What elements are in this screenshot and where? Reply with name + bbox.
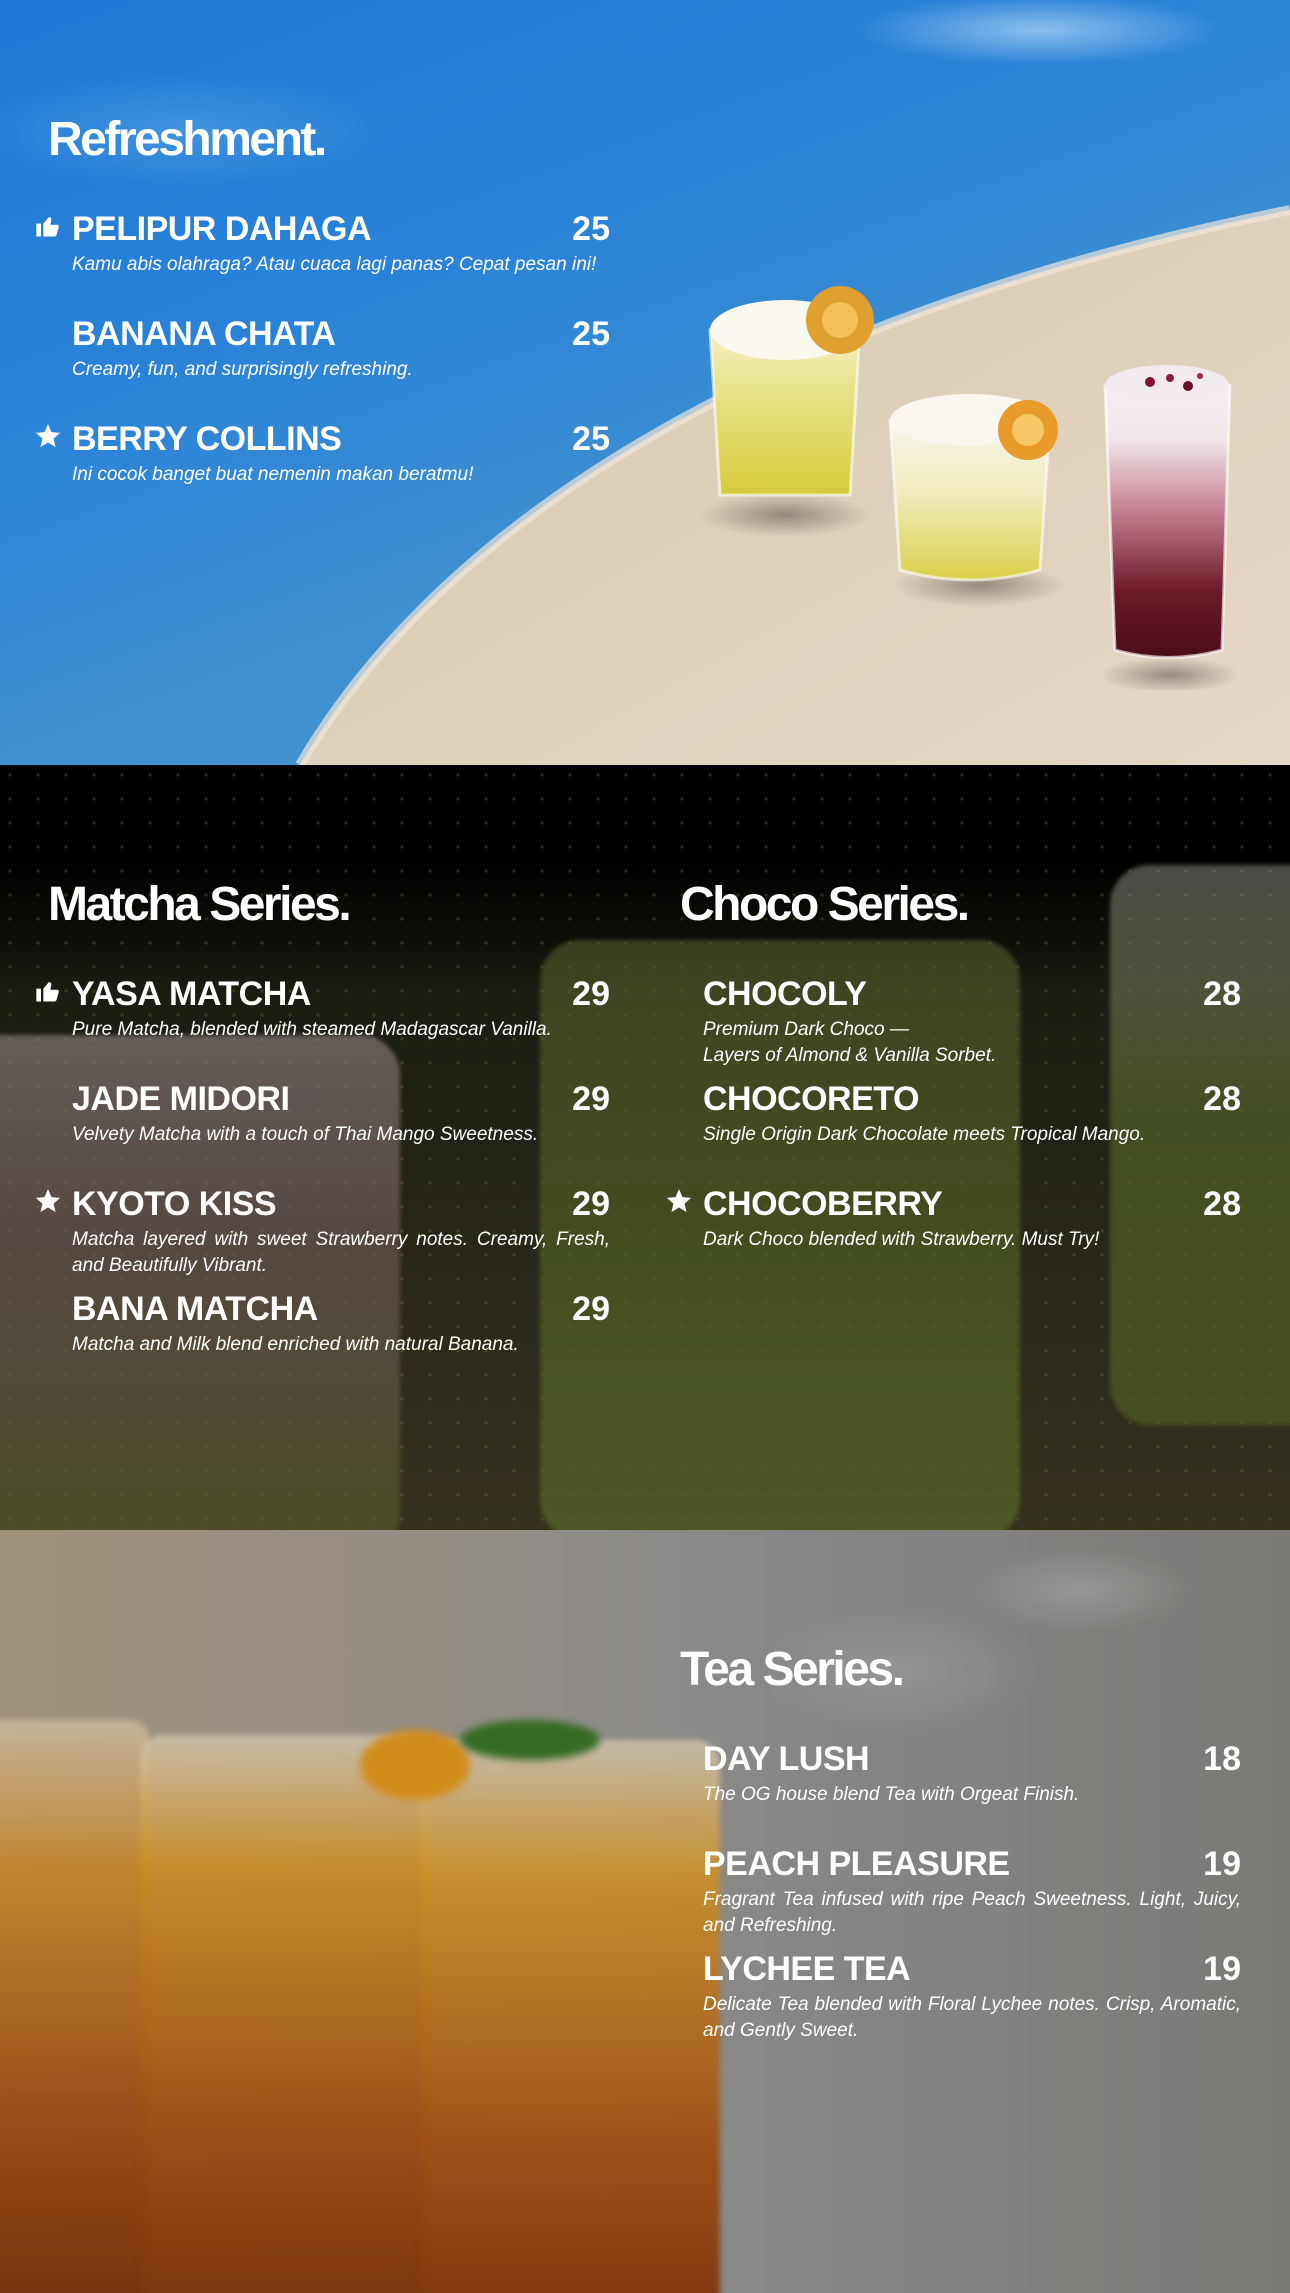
menu-item: PEACH PLEASURE 19 Fragrant Tea infused w… [703,1845,1241,1939]
item-description: Fragrant Tea infused with ripe Peach Swe… [703,1889,1241,1936]
menu-item: BANANA CHATA 25 Creamy, fun, and surpris… [72,315,610,383]
item-description: Delicate Tea blended with Floral Lychee … [703,1994,1241,2041]
item-price: 28 [1203,975,1241,1013]
menu-item: JADE MIDORI 29 Velvety Matcha with a tou… [72,1080,610,1148]
refreshment-section: Refreshment. PELIPUR DAHAGA 25 Kamu abis… [0,0,1290,765]
item-description: Kamu abis olahraga? Atau cuaca lagi pana… [72,254,597,275]
item-name: BERRY COLLINS [72,420,342,458]
item-description: Ini cocok banget buat nemenin makan bera… [72,464,474,485]
section-title: Tea Series. [680,1643,905,1696]
menu-item: KYOTO KISS 29 Matcha layered with sweet … [72,1185,610,1279]
item-name: LYCHEE TEA [703,1950,911,1988]
item-price: 19 [1203,1845,1241,1883]
star-icon [665,1187,693,1215]
item-description: The OG house blend Tea with Orgeat Finis… [703,1784,1080,1805]
item-name: BANANA CHATA [72,315,336,353]
item-price: 19 [1203,1950,1241,1988]
item-name: CHOCORETO [703,1080,919,1118]
menu-item: CHOCORETO 28 Single Origin Dark Chocolat… [703,1080,1241,1148]
section-title: Matcha Series. [48,878,352,931]
star-icon [34,1187,62,1215]
item-name: KYOTO KISS [72,1185,277,1223]
item-name: DAY LUSH [703,1740,870,1778]
tea-section: Tea Series. DAY LUSH 18 The OG house ble… [0,1530,1290,2293]
item-description: Pure Matcha, blended with steamed Madaga… [72,1019,552,1040]
item-price: 28 [1203,1080,1241,1118]
item-price: 29 [572,1290,610,1328]
item-name: BANA MATCHA [72,1290,318,1328]
item-price: 25 [572,315,610,353]
section-title: Choco Series. [680,878,970,931]
item-name: PELIPUR DAHAGA [72,210,372,248]
item-description: Velvety Matcha with a touch of Thai Mang… [72,1124,539,1145]
menu-item: PELIPUR DAHAGA 25 Kamu abis olahraga? At… [72,210,610,278]
menu-item: YASA MATCHA 29 Pure Matcha, blended with… [72,975,610,1043]
menu-item: BERRY COLLINS 25 Ini cocok banget buat n… [72,420,610,488]
thumbs-up-icon [34,212,62,240]
item-price: 29 [572,975,610,1013]
item-description: Creamy, fun, and surprisingly refreshing… [72,359,413,380]
item-name: YASA MATCHA [72,975,311,1013]
menu-item: BANA MATCHA 29 Matcha and Milk blend enr… [72,1290,610,1358]
star-icon [34,422,62,450]
item-price: 29 [572,1080,610,1118]
item-description: Single Origin Dark Chocolate meets Tropi… [703,1124,1146,1145]
menu-item: LYCHEE TEA 19 Delicate Tea blended with … [703,1950,1241,2044]
item-price: 25 [572,210,610,248]
thumbs-up-icon [34,977,62,1005]
item-description: Dark Choco blended with Strawberry. Must… [703,1229,1100,1250]
item-description-line: Premium Dark Choco — [703,1019,909,1040]
menu-item: DAY LUSH 18 The OG house blend Tea with … [703,1740,1241,1808]
item-name: PEACH PLEASURE [703,1845,1010,1883]
drinks-photo [700,286,1240,690]
item-description: Matcha and Milk blend enriched with natu… [72,1334,519,1355]
item-price: 25 [572,420,610,458]
item-price: 29 [572,1185,610,1223]
section-title: Refreshment. [48,113,327,166]
menu-item: CHOCOBERRY 28 Dark Choco blended with St… [703,1185,1241,1253]
item-description-line: Layers of Almond & Vanilla Sorbet. [703,1045,997,1066]
matcha-choco-section: Matcha Series. Choco Series. YASA MATCHA… [0,765,1290,1530]
item-description: Premium Dark Choco — Layers of Almond & … [703,1017,1241,1069]
item-name: CHOCOBERRY [703,1185,943,1223]
item-price: 28 [1203,1185,1241,1223]
item-name: JADE MIDORI [72,1080,290,1118]
menu-item: CHOCOLY 28 Premium Dark Choco — Layers o… [703,975,1241,1069]
item-price: 18 [1203,1740,1241,1778]
item-name: CHOCOLY [703,975,867,1013]
item-description: Matcha layered with sweet Strawberry not… [72,1229,610,1276]
